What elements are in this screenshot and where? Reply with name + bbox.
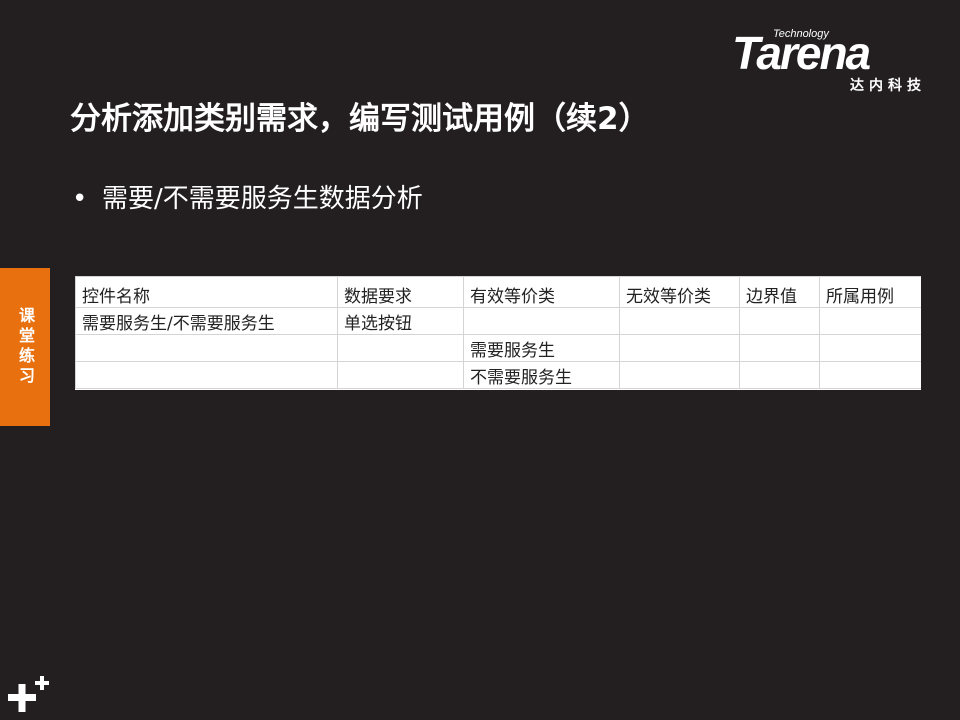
table-cell (619, 334, 740, 362)
table-cell (819, 307, 921, 335)
table-header-cell: 控件名称 (75, 276, 338, 308)
table-cell (739, 361, 820, 389)
spreadsheet-image: 控件名称 数据要求 有效等价类 无效等价类 边界值 所属用例 需要服务生/不需要… (75, 276, 921, 390)
table-header-cell: 数据要求 (337, 276, 464, 308)
logo-chinese-name: 达内科技 (850, 78, 926, 94)
table-cell (337, 361, 464, 389)
bullet-item: • 需要/不需要服务生数据分析 (72, 178, 423, 215)
table-cell (463, 307, 620, 335)
table-cell (75, 361, 338, 389)
tarena-logo: Tarena Technology 达内科技 (730, 28, 930, 98)
table-row: 需要服务生/不需要服务生 单选按钮 (75, 307, 921, 335)
table-cell (739, 334, 820, 362)
table-cell (619, 361, 740, 389)
table-cell: 单选按钮 (337, 307, 464, 335)
table-cell: 需要服务生/不需要服务生 (75, 307, 338, 335)
bullet-dot: • (72, 184, 88, 214)
table-cell (337, 334, 464, 362)
table-row: 需要服务生 (75, 334, 921, 362)
side-tab-label: 课堂练习 (16, 307, 35, 387)
logo-tagline: Technology (773, 28, 829, 40)
table-cell (819, 334, 921, 362)
slide-title: 分析添加类别需求，编写测试用例（续2） (70, 101, 650, 137)
side-tab: 课堂练习 (0, 268, 50, 426)
bullet-text: 需要/不需要服务生数据分析 (102, 184, 423, 214)
table-header-cell: 有效等价类 (463, 276, 620, 308)
table-header-cell: 所属用例 (819, 276, 921, 308)
data-table: 控件名称 数据要求 有效等价类 无效等价类 边界值 所属用例 需要服务生/不需要… (75, 276, 921, 389)
plus-plus-icon (6, 672, 52, 716)
table-cell: 需要服务生 (463, 334, 620, 362)
table-cell (739, 307, 820, 335)
table-cell (819, 361, 921, 389)
table-cell (75, 334, 338, 362)
table-header-cell: 无效等价类 (619, 276, 740, 308)
table-row: 不需要服务生 (75, 361, 921, 389)
table-cell (619, 307, 740, 335)
table-header-cell: 边界值 (739, 276, 820, 308)
table-header-row: 控件名称 数据要求 有效等价类 无效等价类 边界值 所属用例 (75, 276, 921, 308)
table-cell: 不需要服务生 (463, 361, 620, 389)
